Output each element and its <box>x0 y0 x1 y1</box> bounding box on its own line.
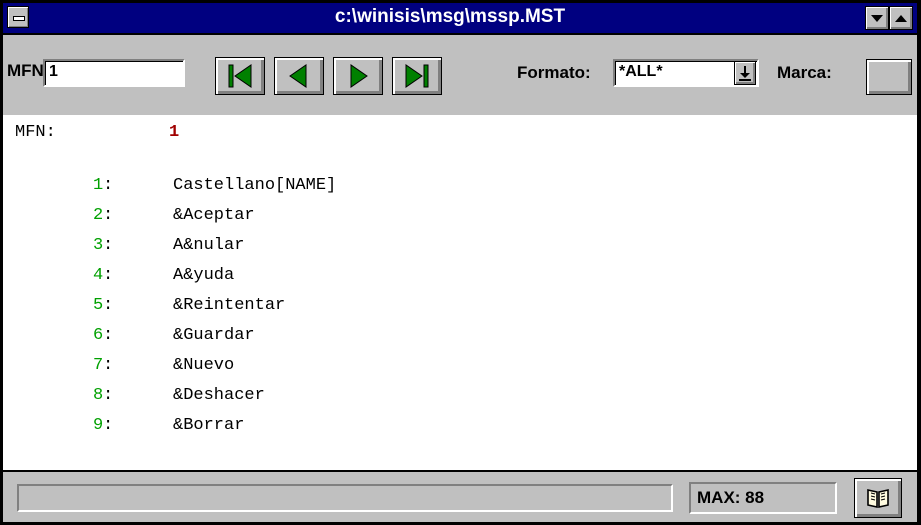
first-record-button[interactable] <box>215 57 265 95</box>
field-tag: 8 <box>93 386 104 405</box>
field-colon: : <box>103 326 114 345</box>
system-menu-button[interactable] <box>7 6 29 28</box>
field-colon: : <box>103 296 114 315</box>
book-icon <box>867 489 889 508</box>
field-tag: 9 <box>93 416 104 435</box>
first-record-icon <box>228 64 252 88</box>
field-value: &Borrar <box>173 416 245 435</box>
field-tag: 5 <box>93 296 104 315</box>
field-tag: 6 <box>93 326 104 345</box>
maximize-arrow-icon <box>895 14 907 22</box>
window-title: c:\winisis\msg\mssp.MST <box>334 6 566 27</box>
record-mfn-value: 1 <box>169 123 180 142</box>
last-record-icon <box>405 64 429 88</box>
dictionary-button[interactable] <box>854 478 902 518</box>
status-bar: MAX: 88 <box>3 470 917 522</box>
field-colon: : <box>103 356 114 375</box>
field-value: &Nuevo <box>173 356 235 375</box>
field-value: A&yuda <box>173 266 235 285</box>
next-record-button[interactable] <box>333 57 383 95</box>
field-colon: : <box>103 416 114 435</box>
marca-checkbox[interactable] <box>866 59 912 95</box>
mfn-label: MFN <box>7 61 44 80</box>
field-value: &Reintentar <box>173 296 286 315</box>
mfn-input[interactable]: 1 <box>43 59 185 87</box>
marca-label: Marca: <box>777 63 832 82</box>
field-colon: : <box>103 266 114 285</box>
field-colon: : <box>103 236 114 255</box>
previous-record-button[interactable] <box>274 57 324 95</box>
field-colon: : <box>103 206 114 225</box>
status-message <box>17 484 673 512</box>
field-tag: 1 <box>93 176 104 195</box>
field-colon: : <box>103 176 114 195</box>
max-mfn-indicator: MAX: 88 <box>689 482 837 514</box>
field-value: &Deshacer <box>173 386 265 405</box>
record-display[interactable]: MFN: 1 1: Castellano[NAME] 2: &Aceptar 3: A… <box>3 115 917 470</box>
field-value: A&nular <box>173 236 245 255</box>
format-dropdown-button[interactable] <box>734 61 756 85</box>
field-value: &Aceptar <box>173 206 255 225</box>
toolbar: MFN 1 Formato: *ALL* Marca: <box>3 35 917 115</box>
dropdown-arrow-icon <box>739 66 751 81</box>
isis-record-window: c:\winisis\msg\mssp.MST MFN 1 Formato: *… <box>0 0 921 525</box>
field-colon: : <box>103 386 114 405</box>
field-tag: 4 <box>93 266 104 285</box>
next-record-icon <box>350 64 368 88</box>
title-bar[interactable]: c:\winisis\msg\mssp.MST <box>3 3 917 35</box>
minimize-arrow-icon <box>871 14 883 22</box>
format-value: *ALL* <box>619 63 663 80</box>
last-record-button[interactable] <box>392 57 442 95</box>
field-tag: 2 <box>93 206 104 225</box>
minimize-button[interactable] <box>865 6 889 30</box>
format-label: Formato: <box>517 63 591 82</box>
maximize-button[interactable] <box>889 6 913 30</box>
previous-record-icon <box>289 64 307 88</box>
record-mfn-label: MFN: <box>15 123 56 142</box>
field-value: Castellano[NAME] <box>173 176 337 195</box>
field-tag: 7 <box>93 356 104 375</box>
field-value: &Guardar <box>173 326 255 345</box>
field-tag: 3 <box>93 236 104 255</box>
system-menu-icon <box>13 16 25 21</box>
